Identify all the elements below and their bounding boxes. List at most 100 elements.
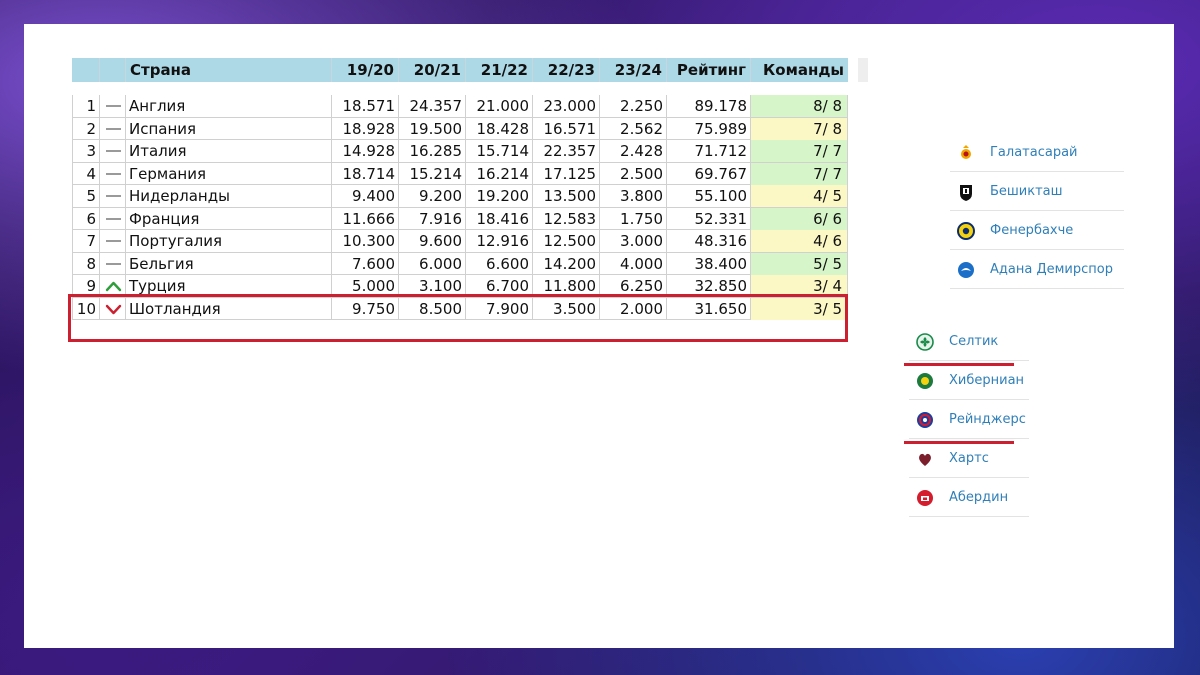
trend-cell: [100, 275, 126, 297]
galatasaray-logo-icon: [961, 144, 971, 159]
trend-cell: [100, 297, 126, 320]
club-logo: [915, 488, 935, 508]
club-name-link[interactable]: Селтик: [949, 334, 998, 349]
club-item[interactable]: Селтик: [909, 323, 1029, 361]
season-points: 3.800: [600, 185, 667, 207]
club-name-link[interactable]: Галатасарай: [990, 145, 1078, 160]
season-points: 1.750: [600, 207, 667, 230]
trend-cell: [100, 207, 126, 230]
trend-cell: [100, 140, 126, 162]
season-points: 22.357: [533, 140, 600, 162]
season-points: 5.000: [332, 275, 399, 297]
header-season: 20/21: [399, 58, 466, 82]
header-rating: Рейтинг: [667, 58, 751, 82]
teams-value: 4/ 6: [751, 230, 848, 252]
season-points: 18.571: [332, 95, 399, 117]
header-season: 21/22: [466, 58, 533, 82]
season-points: 15.714: [466, 140, 533, 162]
rank-cell: 2: [72, 117, 100, 140]
header-teams: Команды: [751, 58, 848, 82]
rating-value: 89.178: [667, 95, 751, 117]
club-name-link[interactable]: Фенербахче: [990, 223, 1073, 238]
table-row: 6 Франция 11.666 7.916 18.416 12.583 1.750 52.3…: [72, 207, 848, 230]
no-change-dash-icon: [106, 127, 121, 130]
season-points: 8.500: [399, 297, 466, 320]
trend-cell: [100, 117, 126, 140]
season-points: 17.125: [533, 162, 600, 185]
club-name-link[interactable]: Хартс: [949, 451, 989, 466]
season-points: 18.416: [466, 207, 533, 230]
season-points: 18.428: [466, 117, 533, 140]
country-name: Франция: [126, 207, 332, 230]
teams-value: 4/ 5: [751, 185, 848, 207]
club-name-link[interactable]: Абердин: [949, 490, 1008, 505]
table-row: 10 Шотландия 9.750 8.500 7.900 3.500 2.000 31.6…: [72, 297, 848, 320]
trend-up-icon: [105, 281, 122, 292]
club-logo: [915, 449, 935, 469]
club-item[interactable]: Абердин: [909, 479, 1029, 517]
club-item[interactable]: Адана Демирспор: [950, 251, 1124, 289]
header-trend-cell: [100, 58, 126, 82]
rank-cell: 9: [72, 275, 100, 297]
club-name-link[interactable]: Рейнджерс: [949, 412, 1026, 427]
besiktas-logo-icon: [960, 184, 972, 201]
country-name: Нидерланды: [126, 185, 332, 207]
table-row: 2 Испания 18.928 19.500 18.428 16.571 2.562 75.…: [72, 117, 848, 140]
club-name-link[interactable]: Хиберниан: [949, 373, 1024, 388]
season-points: 4.000: [600, 252, 667, 275]
season-points: 16.571: [533, 117, 600, 140]
teams-value: 6/ 6: [751, 207, 848, 230]
no-change-dash-icon: [106, 262, 121, 265]
club-item[interactable]: Хиберниан: [909, 362, 1029, 400]
club-item[interactable]: Бешикташ: [950, 173, 1124, 211]
hearts-logo-icon: [919, 453, 931, 466]
country-name: Англия: [126, 95, 332, 117]
country-name: Испания: [126, 117, 332, 140]
season-points: 9.600: [399, 230, 466, 252]
header-rank-cell: [72, 58, 100, 82]
season-points: 11.666: [332, 207, 399, 230]
rating-value: 38.400: [667, 252, 751, 275]
no-change-dash-icon: [106, 105, 121, 107]
season-points: 10.300: [332, 230, 399, 252]
club-logo: [915, 371, 935, 391]
teams-value: 7/ 8: [751, 117, 848, 140]
season-points: 14.200: [533, 252, 600, 275]
country-name: Бельгия: [126, 252, 332, 275]
country-name: Португалия: [126, 230, 332, 252]
club-item[interactable]: Галатасарай: [950, 134, 1124, 172]
table-row: 7 Португалия 10.300 9.600 12.916 12.500 3.000 4…: [72, 230, 848, 253]
club-logo: [956, 143, 976, 163]
club-strike-line: [904, 363, 1014, 366]
aberdeen-logo-icon: [917, 489, 933, 506]
season-points: 11.800: [533, 275, 600, 297]
season-points: 16.214: [466, 162, 533, 185]
season-points: 7.900: [466, 297, 533, 320]
season-points: 9.200: [399, 185, 466, 207]
trend-cell: [100, 252, 126, 275]
rank-cell: 5: [72, 185, 100, 207]
celtic-logo-icon: [916, 332, 934, 351]
club-name-link[interactable]: Адана Демирспор: [990, 262, 1113, 277]
season-points: 24.357: [399, 95, 466, 117]
adana-demirspor-logo-icon: [958, 261, 974, 278]
season-points: 13.500: [533, 185, 600, 207]
trend-cell: [100, 162, 126, 185]
season-points: 12.500: [533, 230, 600, 252]
table-row: 3 Италия 14.928 16.285 15.714 22.357 2.428 71.7…: [72, 140, 848, 163]
club-item[interactable]: Фенербахче: [950, 212, 1124, 250]
season-points: 23.000: [533, 95, 600, 117]
season-points: 12.916: [466, 230, 533, 252]
rank-cell: 3: [72, 140, 100, 162]
header-tail: [858, 58, 868, 82]
club-name-link[interactable]: Бешикташ: [990, 184, 1063, 199]
club-logo: [915, 410, 935, 430]
club-item[interactable]: Хартс: [909, 440, 1029, 478]
no-change-dash-icon: [106, 172, 121, 175]
header-season: 23/24: [600, 58, 667, 82]
club-item[interactable]: Рейнджерс: [909, 401, 1029, 439]
country-name: Шотландия: [126, 297, 332, 320]
teams-value: 7/ 7: [751, 162, 848, 185]
season-points: 2.500: [600, 162, 667, 185]
rating-value: 75.989: [667, 117, 751, 140]
